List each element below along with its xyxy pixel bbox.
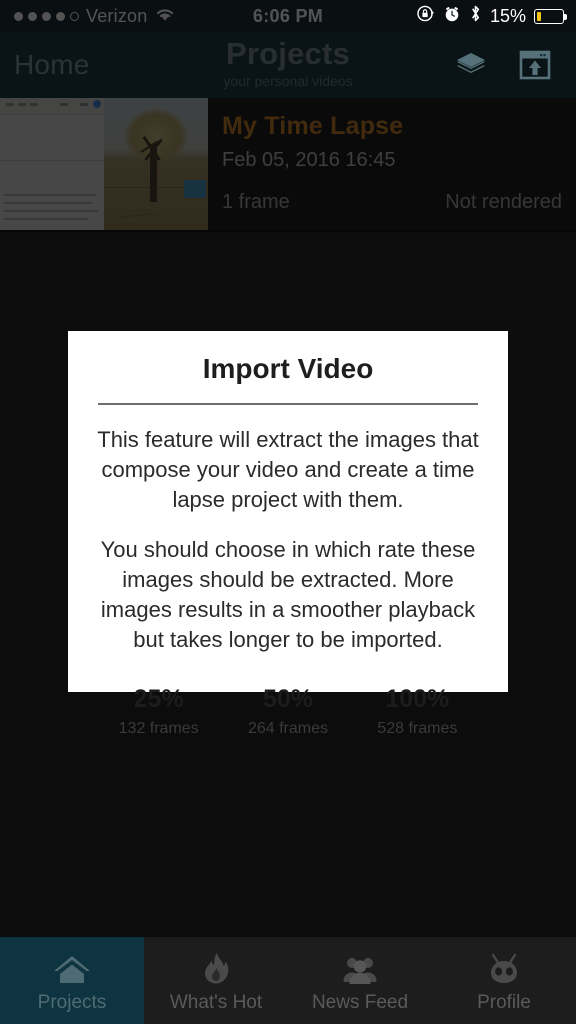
tab-label: Profile (477, 992, 531, 1013)
dialog-divider (98, 403, 478, 405)
rate-option-25[interactable]: 25% 132 frames (94, 685, 223, 738)
flame-icon (199, 947, 233, 987)
import-video-dialog: Import Video This feature will extract t… (68, 331, 508, 737)
tab-label: What's Hot (169, 992, 263, 1013)
rate-option-50[interactable]: 50% 264 frames (223, 685, 352, 738)
tab-whats-hot[interactable]: What's Hot (144, 937, 288, 1024)
battery-fill (537, 11, 541, 21)
home-icon (51, 947, 93, 987)
tab-projects[interactable]: Projects (0, 937, 144, 1024)
rotation-lock-icon (416, 4, 435, 28)
people-icon (341, 947, 379, 987)
rate-frame-count: 264 frames (247, 720, 329, 737)
tab-label: Projects (37, 992, 107, 1013)
rate-percent: 25% (133, 685, 184, 713)
layers-icon[interactable] (454, 48, 488, 82)
rate-frame-count: 132 frames (118, 720, 199, 737)
rate-options: 25% 132 frames 50% 264 frames 100% 528 f… (94, 685, 482, 738)
rate-percent: 100% (385, 685, 450, 713)
battery-percent-label: 15% (489, 5, 526, 26)
rate-percent: 50% (262, 685, 314, 713)
dialog-paragraph-1: This feature will extract the images tha… (97, 427, 479, 512)
tab-profile[interactable]: Profile (432, 937, 576, 1024)
status-bar-right: 15% (416, 4, 576, 28)
bluetooth-icon (469, 4, 482, 28)
dialog-paragraph-2: You should choose in which rate these im… (100, 537, 476, 652)
nav-actions (454, 48, 576, 82)
dialog-body: This feature will extract the images tha… (86, 425, 490, 738)
alarm-clock-icon (443, 5, 461, 28)
import-upload-icon[interactable] (518, 48, 552, 82)
battery-icon (534, 8, 567, 24)
tab-bar: Projects What's Hot News Feed Profile (0, 935, 576, 1024)
tab-news-feed[interactable]: News Feed (288, 937, 432, 1024)
dialog-title: Import Video (202, 353, 374, 384)
rate-option-100[interactable]: 100% 528 frames (353, 685, 482, 738)
tab-label: News Feed (311, 992, 409, 1013)
robot-head-icon (486, 947, 522, 987)
rate-frame-count: 528 frames (377, 720, 458, 737)
